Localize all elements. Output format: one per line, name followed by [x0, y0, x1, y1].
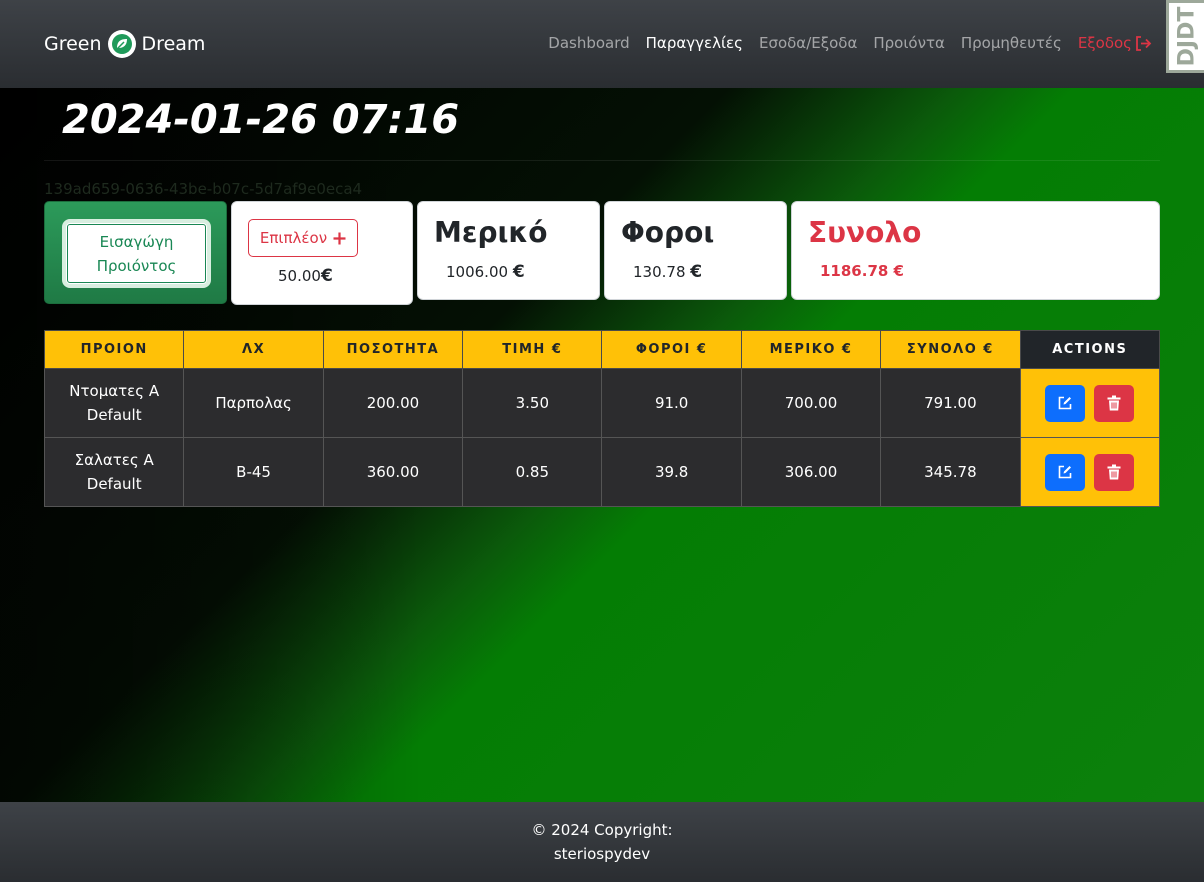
extra-value: 50.00€ — [278, 266, 333, 286]
nav-products[interactable]: Προιόντα — [873, 34, 945, 52]
debug-toolbar-handle[interactable]: DJDT — [1166, 0, 1204, 73]
trash-icon — [1107, 395, 1121, 411]
table-header-row: ΠΡΟΙΟΝ ΛΧ ΠΟΣΟΤΗΤΑ ΤΙΜΗ € ΦΟΡΟΙ € ΜΕΡΙΚΟ… — [43, 330, 1161, 369]
cell-lx: Παρπολας — [183, 368, 324, 438]
cell-price: 0.85 — [462, 437, 603, 507]
cell-total: 345.78 — [880, 437, 1021, 507]
edit-icon — [1059, 396, 1072, 410]
nav-suppliers[interactable]: Προμηθευτές — [961, 34, 1062, 52]
footer: © 2024 Copyright: steriospydev — [0, 802, 1204, 882]
col-product: ΠΡΟΙΟΝ — [43, 330, 185, 369]
taxes-value: 130.78 € — [633, 262, 702, 282]
col-partial: ΜΕΡΙΚΟ € — [740, 330, 882, 369]
nav-orders[interactable]: Παραγγελίες — [646, 34, 743, 52]
taxes-card: Φοροι 130.78 € — [604, 201, 787, 300]
brand[interactable]: Green Dream — [44, 29, 205, 59]
extra-button[interactable]: Επιπλέον — [248, 219, 358, 257]
cell-partial: 700.00 — [740, 368, 882, 438]
plus-icon — [333, 232, 346, 244]
extra-currency: € — [320, 266, 333, 286]
col-actions: ACTIONS — [1019, 330, 1161, 369]
nav-logout[interactable]: Εξοδος — [1078, 34, 1152, 52]
trash-icon — [1107, 464, 1121, 480]
sign-out-icon — [1136, 35, 1152, 51]
nav-links: Dashboard Παραγγελίες Εσοδα/Εξοδα Προιόν… — [532, 34, 1152, 52]
footer-copyright: © 2024 Copyright: — [531, 821, 673, 839]
nav-income-expenses[interactable]: Εσοδα/Εξοδα — [759, 34, 857, 52]
col-quantity: ΠΟΣΟΤΗΤΑ — [322, 330, 464, 369]
total-card: Συνολο 1186.78 € — [791, 201, 1160, 300]
logout-label: Εξοδος — [1077, 34, 1132, 52]
leaf-icon — [107, 30, 136, 58]
navbar: Green Dream Dashboard Παραγγελίες Εσοδα/… — [0, 0, 1204, 88]
brand-right-text: Dream — [141, 33, 206, 55]
table-row: Σαλατες Α Default B-45 360.00 0.85 39.8 … — [43, 437, 1161, 507]
main-content: 2024-01-26 07:16 139ad659-0636-43be-b07c… — [0, 88, 1204, 802]
nav-dashboard[interactable]: Dashboard — [548, 34, 629, 52]
divider — [44, 160, 1160, 161]
cell-price: 3.50 — [462, 368, 603, 438]
extra-button-label: Επιπλέον — [259, 229, 328, 247]
taxes-currency: € — [690, 262, 703, 282]
cell-lx: B-45 — [183, 437, 324, 507]
order-datetime: 2024-01-26 07:16 — [62, 97, 460, 143]
col-lx: ΛΧ — [183, 330, 324, 369]
total-value: 1186.78 € — [820, 262, 904, 280]
table-row: Ντοματες Α Default Παρπολας 200.00 3.50 … — [43, 368, 1161, 438]
insert-product-button[interactable]: Εισαγώγη Προιόντος — [62, 219, 211, 288]
insert-product-card: Εισαγώγη Προιόντος — [44, 201, 227, 304]
total-title: Συνολο — [808, 216, 922, 249]
cell-actions — [1019, 368, 1161, 438]
col-taxes: ΦΟΡΟΙ € — [601, 330, 742, 369]
cell-taxes: 91.0 — [601, 368, 742, 438]
cell-partial: 306.00 — [740, 437, 882, 507]
order-items-table: ΠΡΟΙΟΝ ΛΧ ΠΟΣΟΤΗΤΑ ΤΙΜΗ € ΦΟΡΟΙ € ΜΕΡΙΚΟ… — [43, 330, 1161, 507]
extra-card: Επιπλέον 50.00€ — [231, 201, 413, 305]
edit-icon — [1059, 465, 1072, 479]
footer-author[interactable]: steriospydev — [0, 842, 1204, 866]
col-price: ΤΙΜΗ € — [462, 330, 603, 369]
cell-quantity: 200.00 — [322, 368, 464, 438]
extra-amount: 50.00 — [278, 267, 321, 285]
djdt-label: DJDT — [1174, 6, 1199, 67]
edit-button[interactable] — [1045, 453, 1086, 491]
partial-amount: 1006.00 — [446, 263, 509, 281]
partial-card: Μερικό 1006.00 € — [417, 201, 600, 300]
partial-value: 1006.00 € — [446, 262, 525, 282]
delete-button[interactable] — [1094, 384, 1135, 422]
partial-title: Μερικό — [434, 216, 548, 249]
cell-actions — [1019, 437, 1161, 507]
order-uuid: 139ad659-0636-43be-b07c-5d7af9e0eca4 — [44, 180, 363, 198]
cell-product: Ντοματες Α Default — [43, 368, 185, 438]
taxes-title: Φοροι — [621, 216, 715, 249]
cell-product: Σαλατες Α Default — [43, 437, 185, 507]
cell-taxes: 39.8 — [601, 437, 742, 507]
col-total: ΣΥΝΟΛΟ € — [880, 330, 1021, 369]
edit-button[interactable] — [1045, 384, 1086, 422]
cell-total: 791.00 — [880, 368, 1021, 438]
delete-button[interactable] — [1094, 453, 1135, 491]
taxes-amount: 130.78 — [633, 263, 686, 281]
brand-left-text: Green — [44, 33, 102, 55]
cell-quantity: 360.00 — [322, 437, 464, 507]
partial-currency: € — [512, 262, 525, 282]
